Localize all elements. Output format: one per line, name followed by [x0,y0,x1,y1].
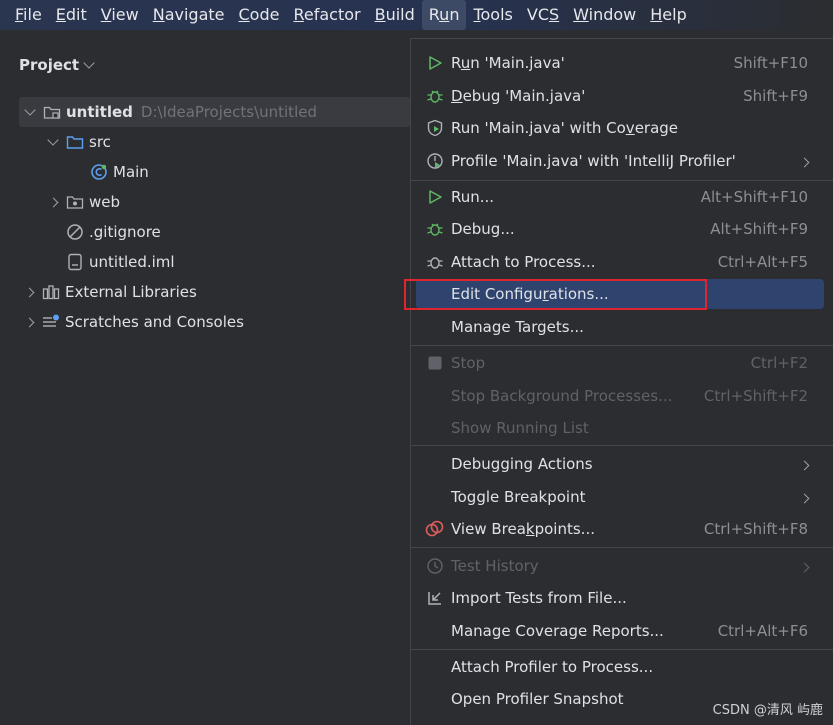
menu-item-view-breakpoints[interactable]: View Breakpoints... Ctrl+Shift+F8 [411,514,833,544]
menu-item-stop: Stop Ctrl+F2 [411,348,833,378]
tree-item-gitignore[interactable]: .gitignore [0,217,410,247]
tree-item-label: External Libraries [65,283,197,301]
web-folder-icon [66,194,84,210]
project-path: D:\IdeaProjects\untitled [140,103,317,121]
expand-arrow-icon[interactable] [46,197,60,207]
scratches-icon [42,314,60,330]
menu-item-manage-targets[interactable]: Manage Targets... [411,312,833,342]
debug-bug-icon [425,86,445,106]
import-icon [425,588,445,608]
menu-navigate[interactable]: Navigate [146,0,232,30]
run-menu-dropdown: Run 'Main.java' Shift+F10 Debug 'Main.ja… [410,38,833,725]
tree-item-label: untitled.iml [89,253,175,271]
submenu-chevron-icon [799,488,810,506]
shortcut-label: Ctrl+F2 [750,354,808,372]
menu-window[interactable]: Window [566,0,643,30]
menu-item-import-tests[interactable]: Import Tests from File... [411,583,833,613]
expand-arrow-icon[interactable] [22,287,36,297]
menu-item-edit-configurations[interactable]: Edit Configurations... [411,279,833,309]
menu-run[interactable]: Run [421,0,467,30]
menu-item-attach-profiler[interactable]: Attach Profiler to Process... [411,652,833,682]
menu-item-stop-background: Stop Background Processes... Ctrl+Shift+… [451,387,808,405]
menu-file[interactable]: File [0,0,49,30]
shortcut-label: Alt+Shift+F10 [700,188,808,206]
menu-item-attach-process[interactable]: Attach to Process... Ctrl+Alt+F5 [411,247,833,277]
menu-code[interactable]: Code [232,0,287,30]
menu-item-toggle-breakpoint[interactable]: Toggle Breakpoint [411,482,833,512]
expand-arrow-icon[interactable] [46,134,60,146]
run-icon [425,187,445,207]
tree-item-external-libraries[interactable]: External Libraries [0,277,410,307]
coverage-shield-icon [425,118,445,138]
source-folder-icon [66,134,84,150]
menu-separator [411,445,833,446]
library-icon [42,284,60,300]
menu-refactor[interactable]: Refactor [286,0,367,30]
menu-separator [411,547,833,548]
menu-edit[interactable]: Edit [49,0,94,30]
submenu-chevron-icon [799,152,810,170]
menu-item-debugging-actions[interactable]: Debugging Actions [411,449,833,479]
tree-item-web[interactable]: web [0,187,410,217]
profiler-clock-icon [425,151,445,171]
submenu-chevron-icon [799,557,810,575]
tree-item-label: web [89,193,121,211]
submenu-chevron-icon [799,455,810,473]
menu-separator [411,180,833,181]
tree-item-label: .gitignore [89,223,161,241]
run-icon [425,53,445,73]
history-clock-icon [425,556,445,576]
breakpoints-icon [425,519,445,539]
menu-help[interactable]: Help [643,0,693,30]
menu-item-show-running-list: Show Running List [451,419,589,437]
menu-build[interactable]: Build [368,0,422,30]
module-folder-icon [43,104,61,120]
shortcut-label: Ctrl+Shift+F2 [703,387,808,405]
tree-item-scratches[interactable]: Scratches and Consoles [0,307,410,337]
debug-bug-icon [425,219,445,239]
tree-item-src[interactable]: src [0,127,410,157]
menu-vcs[interactable]: VCS [520,0,566,30]
tree-item-untitled[interactable]: untitled D:\IdeaProjects\untitled [19,97,410,127]
shortcut-label: Ctrl+Alt+F5 [717,253,808,271]
shortcut-label: Alt+Shift+F9 [710,220,808,238]
menu-item-profile-main[interactable]: Profile 'Main.java' with 'IntelliJ Profi… [411,146,833,176]
menu-item-manage-coverage[interactable]: Manage Coverage Reports... Ctrl+Alt+F6 [411,616,833,646]
expand-arrow-icon[interactable] [22,317,36,327]
menu-item-test-history: Test History [411,551,833,581]
shortcut-label: Shift+F9 [743,87,808,105]
tree-item-label: untitled [66,103,133,121]
menu-separator [411,345,833,346]
shortcut-label: Shift+F10 [733,54,808,72]
chevron-down-icon [83,57,95,69]
attach-bug-icon [425,252,445,272]
iml-file-icon [66,253,84,271]
project-panel-title[interactable]: Project [19,56,95,74]
menu-item-debug-ellipsis[interactable]: Debug... Alt+Shift+F9 [411,214,833,244]
tree-item-label: Scratches and Consoles [65,313,244,331]
tree-item-label: src [89,133,111,151]
menu-item-run-main[interactable]: Run 'Main.java' Shift+F10 [411,48,833,78]
shortcut-label: Ctrl+Shift+F8 [703,520,808,538]
tree-item-iml[interactable]: untitled.iml [0,247,410,277]
tree-item-label: Main [113,163,149,181]
menu-view[interactable]: View [94,0,146,30]
java-class-icon [90,164,108,180]
shortcut-label: Ctrl+Alt+F6 [717,622,808,640]
stop-icon [425,353,445,373]
menu-tools[interactable]: Tools [466,0,519,30]
project-tree: untitled D:\IdeaProjects\untitled src Ma… [0,97,410,337]
tree-item-main[interactable]: Main [0,157,410,187]
menu-item-run-coverage[interactable]: Run 'Main.java' with Coverage [411,113,833,143]
expand-arrow-icon[interactable] [23,104,37,116]
main-menubar: File Edit View Navigate Code Refactor Bu… [0,0,833,30]
menu-item-debug-main[interactable]: Debug 'Main.java' Shift+F9 [411,81,833,111]
menu-item-run-ellipsis[interactable]: Run... Alt+Shift+F10 [411,182,833,212]
project-title-label: Project [19,56,80,74]
menu-separator [411,649,833,650]
watermark-text: CSDN @清风 屿鹿 [712,703,823,718]
ignore-file-icon [66,224,84,240]
